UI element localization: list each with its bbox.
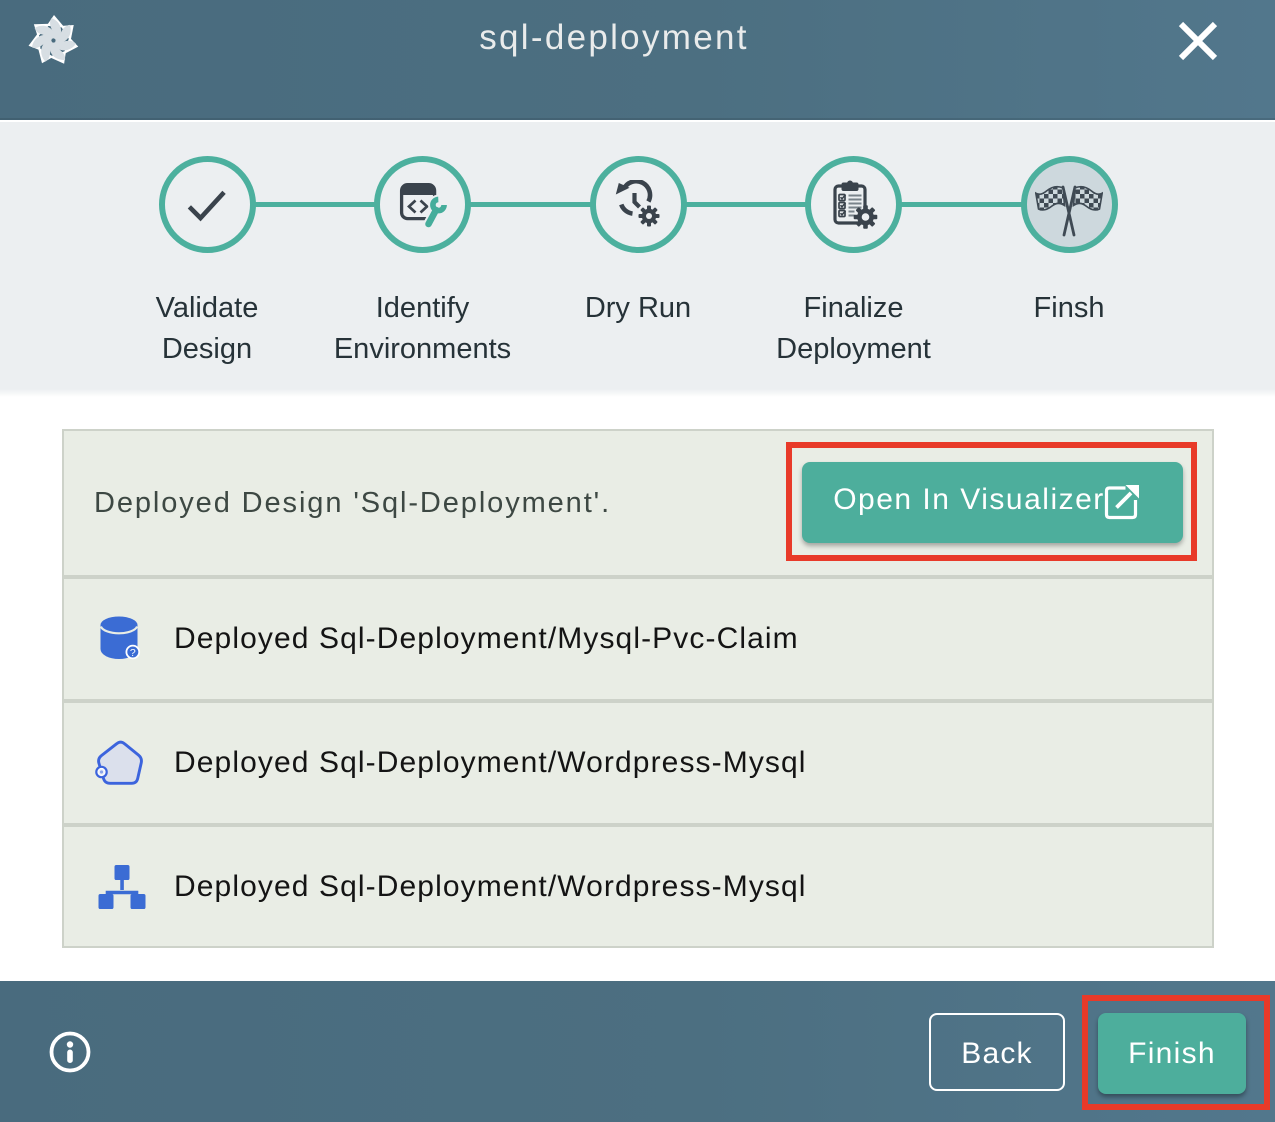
svg-text:?: ? [130, 647, 136, 659]
